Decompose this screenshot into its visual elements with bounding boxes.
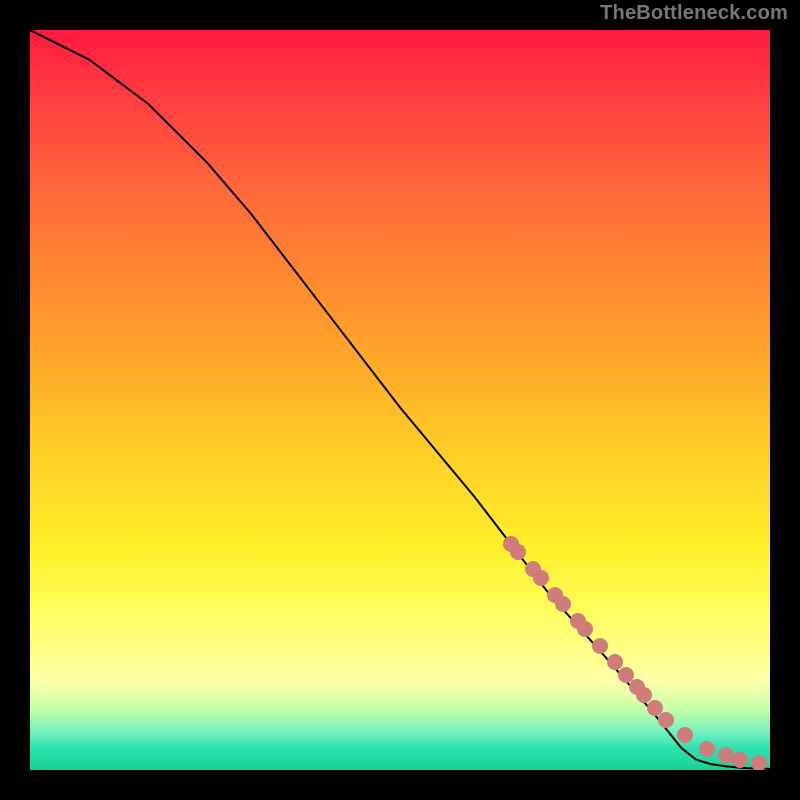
marker-dot [751, 755, 767, 770]
curve-svg [30, 30, 770, 770]
marker-dot [592, 638, 608, 654]
marker-dot [555, 596, 571, 612]
marker-dot [533, 570, 549, 586]
marker-dot [699, 741, 715, 757]
marker-dot [732, 752, 748, 768]
marker-dot [718, 747, 734, 763]
marker-dot [658, 712, 674, 728]
marker-dot [677, 727, 693, 743]
root: TheBottleneck.com [0, 0, 800, 800]
plot-area [30, 30, 770, 770]
marker-dot [510, 544, 526, 560]
watermark-text: TheBottleneck.com [600, 2, 788, 25]
curve-path [30, 30, 770, 769]
marker-dot [577, 621, 593, 637]
